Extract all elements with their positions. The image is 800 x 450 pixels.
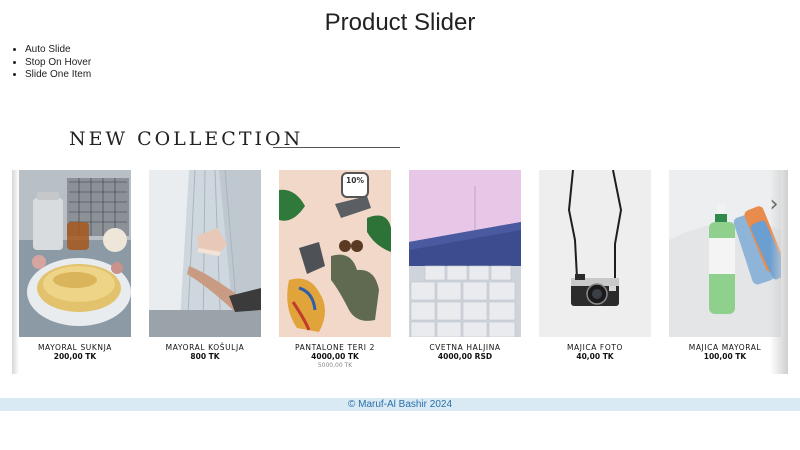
product-price: 800 TK (190, 352, 220, 361)
product-name[interactable]: CVETNA HALJINA (409, 343, 521, 352)
product-card[interactable]: CVETNA HALJINA 4000,00 RSD (409, 170, 521, 374)
product-image[interactable] (539, 170, 651, 337)
product-slider[interactable]: MAYORAL SUKNJA 200,00 TK MAYORAL KOŠULJA… (12, 170, 788, 374)
product-card[interactable]: 10% PANTALONE TERI 2 4000,00 TK 5000,00 … (279, 170, 391, 374)
collection-heading: NEW COLLECTION (69, 128, 304, 150)
product-price: 4000,00 TK (311, 352, 359, 361)
feature-item: Slide One Item (25, 69, 91, 82)
product-price: 4000,00 RSD (437, 352, 493, 361)
feature-item: Auto Slide (25, 44, 91, 57)
page-title: Product Slider (324, 9, 476, 36)
product-image[interactable] (279, 170, 391, 337)
product-name[interactable]: MAYORAL KOŠULJA (149, 343, 261, 352)
discount-badge: 10% (341, 172, 369, 198)
product-name[interactable]: MAJICA FOTO (539, 343, 651, 352)
copyright-symbol: © (347, 399, 356, 410)
heading-underline (273, 147, 400, 148)
pancakes-image (19, 170, 131, 337)
product-name[interactable]: MAYORAL SUKNJA (19, 343, 131, 352)
sneaker-image (149, 170, 261, 337)
product-card[interactable]: MAYORAL KOŠULJA 800 TK (149, 170, 261, 374)
feature-item: Stop On Hover (25, 57, 91, 70)
product-price: 100,00 TK (703, 352, 747, 361)
product-price: 200,00 TK (53, 352, 97, 361)
product-card[interactable]: MAYORAL SUKNJA 200,00 TK (19, 170, 131, 374)
flatlay-image (279, 170, 391, 337)
pallets-image (409, 170, 521, 337)
footer-year: 2024 (429, 399, 453, 410)
product-price: 40,00 TK (576, 352, 614, 361)
product-old-price: 5000,00 TK (317, 362, 353, 369)
slider-fade-left (12, 170, 19, 374)
author-link[interactable]: Maruf-Al Bashir (358, 399, 427, 410)
product-name[interactable]: PANTALONE TERI 2 (279, 343, 391, 352)
product-name[interactable]: MAJICA MAYORAL (669, 343, 781, 352)
feature-list: Auto Slide Stop On Hover Slide One Item (25, 44, 91, 82)
product-card[interactable]: MAJICA FOTO 40,00 TK (539, 170, 651, 374)
product-image[interactable] (19, 170, 131, 337)
camera-image (539, 170, 651, 337)
chevron-right-icon[interactable]: › (764, 192, 784, 218)
product-image[interactable] (409, 170, 521, 337)
product-image[interactable] (149, 170, 261, 337)
footer: © Maruf-Al Bashir 2024 (0, 398, 800, 411)
